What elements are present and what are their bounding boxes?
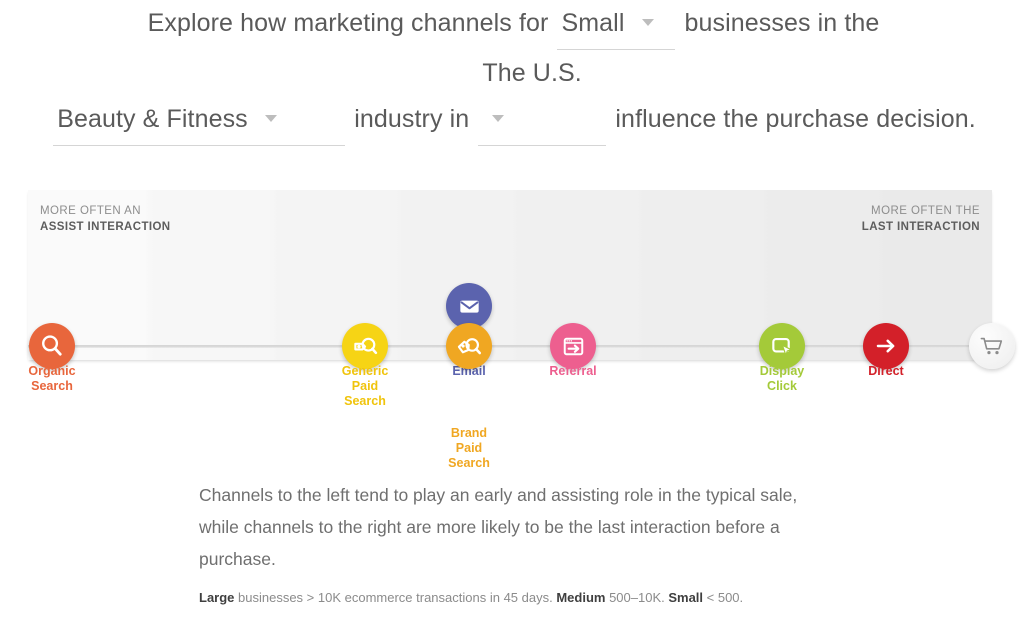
label-line-2: Click bbox=[767, 379, 797, 393]
last-interaction-label: MORE OFTEN THE LAST INTERACTION bbox=[862, 203, 980, 235]
label-line-1: Organic bbox=[28, 364, 76, 378]
label-line-2: Paid bbox=[351, 379, 379, 393]
label-line-3: Search bbox=[344, 394, 386, 408]
headline-sentence: Explore how marketing channels for Small… bbox=[0, 0, 1027, 146]
headline-text-part3: industry bbox=[354, 105, 443, 133]
panel-background bbox=[28, 190, 992, 360]
chevron-down-icon bbox=[641, 18, 654, 26]
headline-text-part1: Explore how marketing channels for bbox=[147, 9, 549, 37]
label-line-2: Search bbox=[31, 379, 73, 393]
chevron-down-icon bbox=[264, 114, 277, 122]
magnifier-icon[interactable] bbox=[29, 323, 75, 369]
last-label-bottom: LAST INTERACTION bbox=[861, 221, 980, 233]
industry-value: Beauty & Fitness bbox=[57, 105, 248, 133]
channel-spectrum-panel: MORE OFTEN AN ASSIST INTERACTION MORE OF… bbox=[28, 190, 992, 360]
business-size-value: Small bbox=[561, 9, 625, 37]
page-root: Explore how marketing channels for Small… bbox=[0, 0, 1027, 627]
chevron-down-icon bbox=[492, 114, 505, 122]
label-line-1: Generic bbox=[341, 364, 389, 378]
region-dropdown[interactable]: The U.S. bbox=[478, 50, 607, 146]
last-label-top: MORE OFTEN THE bbox=[871, 205, 980, 217]
shopping-cart-icon bbox=[969, 323, 1015, 369]
channel-label-organic-search: Organic Search bbox=[28, 364, 75, 394]
browser-arrow-icon[interactable] bbox=[550, 323, 596, 369]
assist-label-top: MORE OFTEN AN bbox=[40, 205, 142, 217]
footnote-small-label: Small bbox=[668, 590, 704, 605]
arrow-right-icon[interactable] bbox=[863, 323, 909, 369]
region-value: The U.S. bbox=[482, 59, 582, 87]
assist-interaction-label: MORE OFTEN AN ASSIST INTERACTION bbox=[40, 203, 171, 235]
headline-text-part5: influence the purchase decision. bbox=[615, 105, 976, 133]
assist-label-bottom: ASSIST INTERACTION bbox=[40, 221, 171, 233]
industry-dropdown[interactable]: Beauty & Fitness bbox=[53, 96, 346, 146]
size-definition-footnote: Large businesses > 10K ecommerce transac… bbox=[199, 589, 899, 607]
label-line-1: Direct bbox=[868, 364, 904, 378]
tag-magnifier-icon[interactable] bbox=[342, 323, 388, 369]
display-cursor-icon[interactable] bbox=[759, 323, 805, 369]
label-line-1: Referral bbox=[549, 364, 597, 378]
footnote-small-text: < 500. bbox=[703, 590, 744, 605]
channel-label-direct: Direct bbox=[868, 364, 903, 379]
label-line-2: Paid bbox=[455, 441, 483, 455]
business-size-dropdown[interactable]: Small bbox=[557, 0, 676, 50]
footnote-medium-text: 500–10K. bbox=[605, 590, 669, 605]
tag-magnifier-icon[interactable] bbox=[446, 323, 492, 369]
channel-label-display-click: Display Click bbox=[760, 364, 804, 394]
footnote-medium-label: Medium bbox=[556, 590, 606, 605]
channel-label-brand-paid-search: Brand Paid Search bbox=[448, 426, 490, 471]
label-line-1: Brand bbox=[450, 426, 488, 440]
headline-text-part4: in bbox=[449, 105, 470, 133]
label-line-1: Display bbox=[759, 364, 805, 378]
channel-label-referral: Referral bbox=[549, 364, 596, 379]
description-paragraph: Channels to the left tend to play an ear… bbox=[199, 485, 798, 569]
spectrum-axis-line bbox=[28, 345, 992, 348]
headline-text-part2: businesses in the bbox=[684, 9, 880, 37]
footnote-large-text: businesses > 10K ecommerce transactions … bbox=[234, 590, 557, 605]
footnote-large-label: Large bbox=[199, 590, 235, 605]
label-line-3: Search bbox=[448, 456, 490, 470]
channel-label-generic-paid-search: Generic Paid Search bbox=[342, 364, 389, 409]
